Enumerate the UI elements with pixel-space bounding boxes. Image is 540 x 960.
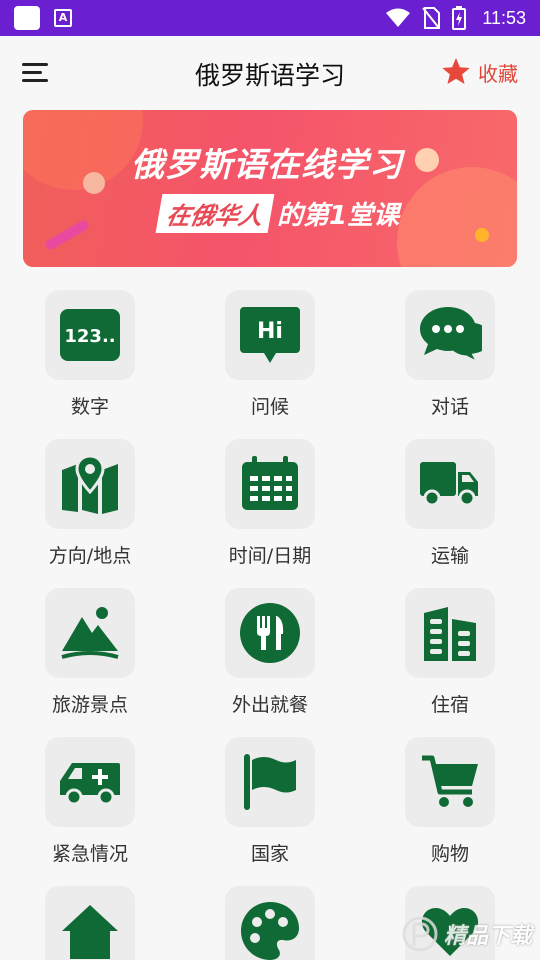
category-tile xyxy=(225,439,315,529)
category-greetings[interactable]: Hi 问候 xyxy=(200,290,340,419)
banner-decoration xyxy=(397,167,517,267)
banner-ball xyxy=(475,228,489,242)
banner-subline-text: 的第1堂课 xyxy=(277,201,400,231)
promo-banner[interactable]: 俄罗斯语在线学习 在俄华人 的第1堂课 xyxy=(23,110,517,267)
banner-headline: 俄罗斯语在线学习 xyxy=(131,145,403,184)
app-square-icon xyxy=(14,6,40,30)
category-label: 旅游景点 xyxy=(51,694,128,716)
category-tile: Hi xyxy=(225,290,315,380)
wifi-icon xyxy=(386,8,411,27)
banner-ball xyxy=(83,172,105,194)
building-icon xyxy=(424,607,476,661)
chat-icon xyxy=(420,307,482,365)
category-tile xyxy=(405,439,495,529)
app-a-icon: A xyxy=(54,9,72,27)
mountain-icon xyxy=(61,607,119,659)
category-emergency[interactable]: 紧急情况 xyxy=(20,737,160,866)
map-icon xyxy=(62,454,118,514)
category-tile xyxy=(45,886,135,960)
category-label: 时间/日期 xyxy=(228,545,312,567)
category-dining[interactable]: 外出就餐 xyxy=(200,588,340,717)
star-icon xyxy=(442,58,470,84)
category-dialogue[interactable]: 对话 xyxy=(380,290,520,419)
category-transport[interactable]: 运输 xyxy=(380,439,520,568)
banner-ball xyxy=(43,218,91,252)
watermark: 精品下载 xyxy=(402,914,532,954)
svg-text:Hi: Hi xyxy=(257,319,283,344)
no-sim-icon xyxy=(422,7,441,29)
category-tile xyxy=(45,737,135,827)
favorite-button[interactable]: 收藏 xyxy=(440,56,518,88)
category-countries[interactable]: 国家 xyxy=(200,737,340,866)
app-header: 俄罗斯语学习 收藏 xyxy=(0,36,540,112)
category-label: 紧急情况 xyxy=(51,843,128,865)
greeting-icon: Hi xyxy=(240,307,300,363)
category-palette[interactable] xyxy=(200,886,340,960)
category-tile xyxy=(405,737,495,827)
category-label: 购物 xyxy=(430,843,469,865)
category-label: 住宿 xyxy=(430,694,469,716)
category-time-date[interactable]: 时间/日期 xyxy=(200,439,340,568)
cart-icon xyxy=(422,755,478,807)
truck-icon xyxy=(420,462,478,507)
flag-icon xyxy=(244,754,296,810)
banner-ball xyxy=(415,148,439,172)
category-tile xyxy=(45,588,135,678)
category-tile xyxy=(225,737,315,827)
favorite-label: 收藏 xyxy=(478,61,518,86)
calendar-icon xyxy=(242,456,298,510)
category-tile xyxy=(45,439,135,529)
category-tile xyxy=(405,588,495,678)
dining-icon xyxy=(240,603,300,663)
category-tile xyxy=(225,588,315,678)
ambulance-icon xyxy=(60,763,120,806)
category-label: 数字 xyxy=(70,396,109,418)
battery-icon xyxy=(452,6,467,30)
category-home[interactable] xyxy=(20,886,160,960)
clock-time: 11:53 xyxy=(482,7,526,28)
category-numbers[interactable]: 123.. 数字 xyxy=(20,290,160,419)
category-label: 对话 xyxy=(430,396,469,418)
category-directions[interactable]: 方向/地点 xyxy=(20,439,160,568)
watermark-text: 精品下载 xyxy=(443,924,532,949)
palette-icon xyxy=(241,902,299,960)
status-bar: A 11:53 xyxy=(0,0,540,36)
category-lodging[interactable]: 住宿 xyxy=(380,588,520,717)
category-tile: 123.. xyxy=(45,290,135,380)
category-tile xyxy=(405,290,495,380)
svg-text:123..: 123.. xyxy=(64,326,115,347)
category-tile xyxy=(225,886,315,960)
category-label: 方向/地点 xyxy=(48,545,132,567)
category-label: 问候 xyxy=(250,396,289,418)
category-label: 国家 xyxy=(250,843,289,865)
watermark-logo-icon xyxy=(402,916,438,952)
category-sightseeing[interactable]: 旅游景点 xyxy=(20,588,160,717)
banner-subline: 在俄华人 的第1堂课 xyxy=(155,194,400,233)
number-icon: 123.. xyxy=(60,309,120,361)
category-label: 外出就餐 xyxy=(231,694,308,716)
house-icon xyxy=(62,905,118,959)
banner-chip: 在俄华人 xyxy=(155,194,275,233)
category-shopping[interactable]: 购物 xyxy=(380,737,520,866)
category-label: 运输 xyxy=(430,545,469,567)
